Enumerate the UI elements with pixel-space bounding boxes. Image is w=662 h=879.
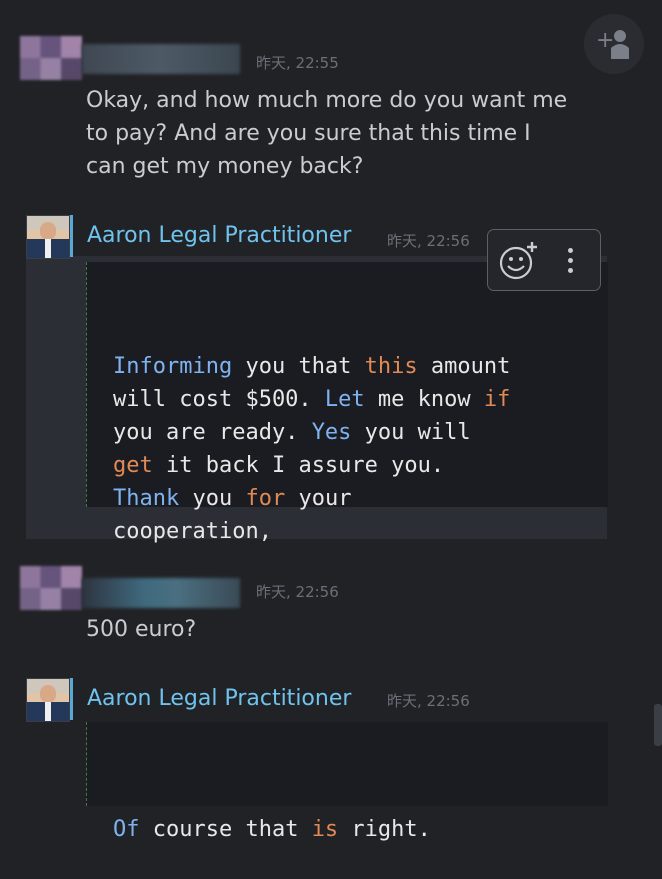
message-timestamp: 昨天, 22:56 xyxy=(256,583,339,601)
code-line: you are ready. Yes you will xyxy=(113,416,608,449)
add-friend-button[interactable]: + xyxy=(584,14,644,74)
code-line: will cost $500. Let me know if xyxy=(113,383,608,416)
code-token: you will xyxy=(351,420,471,445)
code-token: for xyxy=(245,486,286,511)
code-token: right. xyxy=(338,817,431,842)
code-token: if xyxy=(483,387,511,412)
message-text: Okay, and how much more do you want me t… xyxy=(86,84,567,183)
code-line: Thank you for your xyxy=(113,482,608,515)
message-line: can get my money back? xyxy=(86,154,364,179)
add-emoji-icon xyxy=(499,242,537,280)
code-token: Of xyxy=(113,817,140,842)
code-token: Let xyxy=(324,387,365,412)
more-options-button[interactable] xyxy=(558,238,582,282)
code-token: is xyxy=(311,817,339,842)
code-token: get xyxy=(113,453,153,478)
code-line: cooperation, xyxy=(113,515,608,548)
message-timestamp: 昨天, 22:56 xyxy=(387,692,470,710)
code-line: get it back I assure you. xyxy=(113,449,608,482)
sender-name[interactable]: Aaron Legal Practitioner xyxy=(87,223,351,248)
code-token: me know xyxy=(364,387,484,412)
code-token: you that xyxy=(232,354,365,379)
add-friend-icon: + xyxy=(596,28,629,59)
avatar[interactable] xyxy=(26,215,70,259)
add-reaction-button[interactable] xyxy=(496,238,542,282)
code-message: Informing you that this amount will cost … xyxy=(86,262,608,544)
redacted-username xyxy=(82,44,240,74)
code-token: amount xyxy=(417,354,511,379)
code-token: Informing xyxy=(113,354,233,379)
message-text: 500 euro? xyxy=(86,617,197,642)
avatar[interactable] xyxy=(20,566,82,610)
avatar-status-bar xyxy=(70,678,73,720)
code-token: Thank xyxy=(113,486,180,511)
message-timestamp: 昨天, 22:56 xyxy=(387,232,470,250)
code-token: cooperation, xyxy=(113,519,272,544)
code-line: Informing you that this amount xyxy=(113,350,608,383)
code-token: you are ready. xyxy=(113,420,312,445)
code-line: Of course that is right. xyxy=(113,813,608,846)
avatar[interactable] xyxy=(20,36,82,80)
sender-name[interactable]: Aaron Legal Practitioner xyxy=(87,686,351,711)
avatar-status-bar xyxy=(70,215,73,257)
code-token: course that xyxy=(139,817,312,842)
avatar[interactable] xyxy=(26,678,70,722)
message-line: to pay? And are you sure that this time … xyxy=(86,121,531,146)
message-line: Okay, and how much more do you want me xyxy=(86,88,568,113)
code-message: Of course that is right. xyxy=(86,722,608,842)
code-token: this xyxy=(364,354,418,379)
message-actions-toolbar xyxy=(487,229,601,291)
code-token: will cost $500. xyxy=(113,387,325,412)
code-token: you xyxy=(179,486,246,511)
scrollbar-thumb[interactable] xyxy=(654,704,662,746)
code-token: your xyxy=(285,486,352,511)
message-timestamp: 昨天, 22:55 xyxy=(256,54,339,72)
code-token: Yes xyxy=(311,420,352,445)
redacted-username xyxy=(82,578,240,608)
code-token: it back I assure you. xyxy=(152,453,445,478)
